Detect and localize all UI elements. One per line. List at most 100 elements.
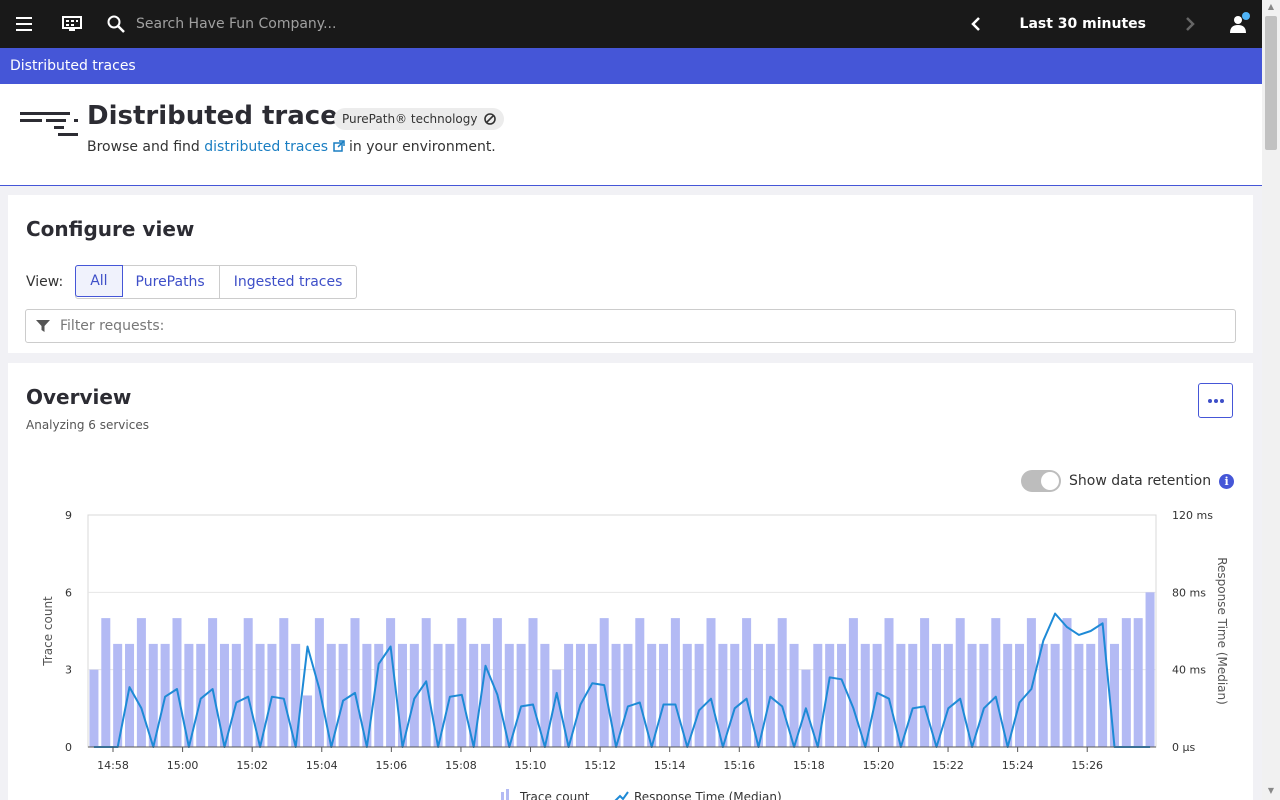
bar: [303, 695, 313, 747]
technology-badge-label: PurePath® technology: [342, 112, 478, 126]
y2-axis-title: Response Time (Median): [1215, 557, 1229, 705]
bar: [350, 618, 360, 747]
legend-line-icon: [614, 791, 629, 800]
x-tick-label: 15:08: [445, 759, 477, 772]
bar: [125, 643, 135, 747]
dashboard-icon[interactable]: [48, 0, 96, 48]
bar: [575, 643, 585, 747]
filter-requests-input[interactable]: [60, 318, 1160, 334]
x-tick-label: 15:14: [654, 759, 686, 772]
page-scrollbar[interactable]: ▲ ▼: [1262, 0, 1280, 800]
bar: [837, 643, 847, 747]
bar: [1098, 618, 1108, 747]
bar: [457, 618, 467, 747]
next-timeframe-icon[interactable]: [1166, 0, 1214, 48]
bar: [1121, 618, 1131, 747]
bar: [659, 643, 669, 747]
page-header: Distributed traces PurePath® technology …: [0, 84, 1262, 186]
scroll-up-icon[interactable]: ▲: [1266, 2, 1276, 11]
x-tick-label: 15:12: [584, 759, 616, 772]
bar: [1062, 618, 1072, 747]
timeframe-selector[interactable]: Last 30 minutes: [1000, 16, 1166, 32]
distributed-traces-link[interactable]: distributed traces: [204, 139, 345, 155]
bar: [1145, 592, 1155, 747]
view-segmented-control: All PurePaths Ingested traces: [75, 265, 358, 299]
bar: [136, 618, 146, 747]
scroll-down-icon[interactable]: ▼: [1266, 786, 1276, 795]
bar: [1133, 618, 1143, 747]
notification-dot: [1242, 12, 1250, 20]
bar: [979, 643, 989, 747]
view-option-purepaths[interactable]: PurePaths: [122, 266, 220, 298]
x-tick-label: 15:04: [306, 759, 338, 772]
x-tick-label: 15:18: [793, 759, 825, 772]
y2-tick-label: 80 ms: [1172, 586, 1206, 599]
filter-icon: [36, 320, 50, 332]
bar: [706, 618, 716, 747]
bar: [267, 643, 277, 747]
page-title: Distributed traces: [87, 101, 354, 131]
view-option-ingested-traces[interactable]: Ingested traces: [220, 266, 357, 298]
bar: [908, 643, 918, 747]
menu-icon[interactable]: [0, 0, 48, 48]
view-selector: View: All PurePaths Ingested traces: [26, 265, 358, 299]
scroll-thumb[interactable]: [1265, 16, 1277, 150]
search-input[interactable]: [136, 16, 636, 32]
filter-bar[interactable]: [25, 309, 1236, 343]
bar: [955, 618, 965, 747]
bar: [481, 643, 491, 747]
overview-panel: Overview Analyzing 6 services Show data …: [8, 363, 1253, 800]
x-tick-label: 15:22: [932, 759, 964, 772]
user-icon[interactable]: [1214, 0, 1262, 48]
bar: [1086, 643, 1096, 747]
breadcrumb-current[interactable]: Distributed traces: [10, 58, 136, 74]
bar: [884, 618, 894, 747]
external-link-icon: [332, 140, 345, 152]
bar: [635, 618, 645, 747]
technology-badge: PurePath® technology: [334, 108, 504, 130]
bar: [1038, 643, 1048, 747]
bar: [730, 643, 740, 747]
bar: [1109, 643, 1119, 747]
x-tick-label: 15:20: [863, 759, 895, 772]
bar: [314, 618, 324, 747]
x-tick-label: 15:06: [375, 759, 407, 772]
y-tick-label: 3: [65, 664, 72, 677]
bar: [682, 643, 692, 747]
x-tick-label: 15:24: [1002, 759, 1034, 772]
bar: [1050, 643, 1060, 747]
y-tick-label: 0: [65, 741, 72, 754]
bar: [231, 643, 241, 747]
configure-view-title: Configure view: [26, 217, 195, 241]
y2-tick-label: 40 ms: [1172, 664, 1206, 677]
bar: [789, 643, 799, 747]
y-axis-title: Trace count: [41, 596, 55, 667]
bar: [492, 618, 502, 747]
bar: [172, 618, 182, 747]
breadcrumb: Distributed traces: [0, 48, 1262, 84]
legend-response-time: Response Time (Median): [634, 790, 782, 800]
bar: [991, 618, 1001, 747]
bar: [243, 618, 253, 747]
x-tick-label: 15:02: [236, 759, 268, 772]
bar: [742, 618, 752, 747]
view-label: View:: [26, 274, 64, 290]
legend-bars-icon: [506, 789, 509, 800]
bar: [338, 643, 348, 747]
x-tick-label: 15:26: [1071, 759, 1103, 772]
y-tick-label: 9: [65, 509, 72, 522]
y2-tick-label: 0 µs: [1172, 741, 1195, 754]
bar: [670, 618, 680, 747]
bar: [777, 618, 787, 747]
bar: [89, 669, 99, 747]
previous-timeframe-icon[interactable]: [952, 0, 1000, 48]
x-tick-label: 15:00: [167, 759, 199, 772]
bar: [516, 643, 526, 747]
overview-chart: 0 3 6 9 0 µs 40 ms 80 ms 120 ms 14:58 15:00 15:02 1…: [41, 509, 1229, 800]
bar: [848, 618, 858, 747]
distributed-traces-icon: [20, 110, 78, 144]
bar: [920, 618, 930, 747]
view-option-all[interactable]: All: [75, 265, 123, 297]
configure-view-panel: Configure view View: All PurePaths Inges…: [8, 195, 1253, 353]
x-tick-label: 15:10: [515, 759, 547, 772]
